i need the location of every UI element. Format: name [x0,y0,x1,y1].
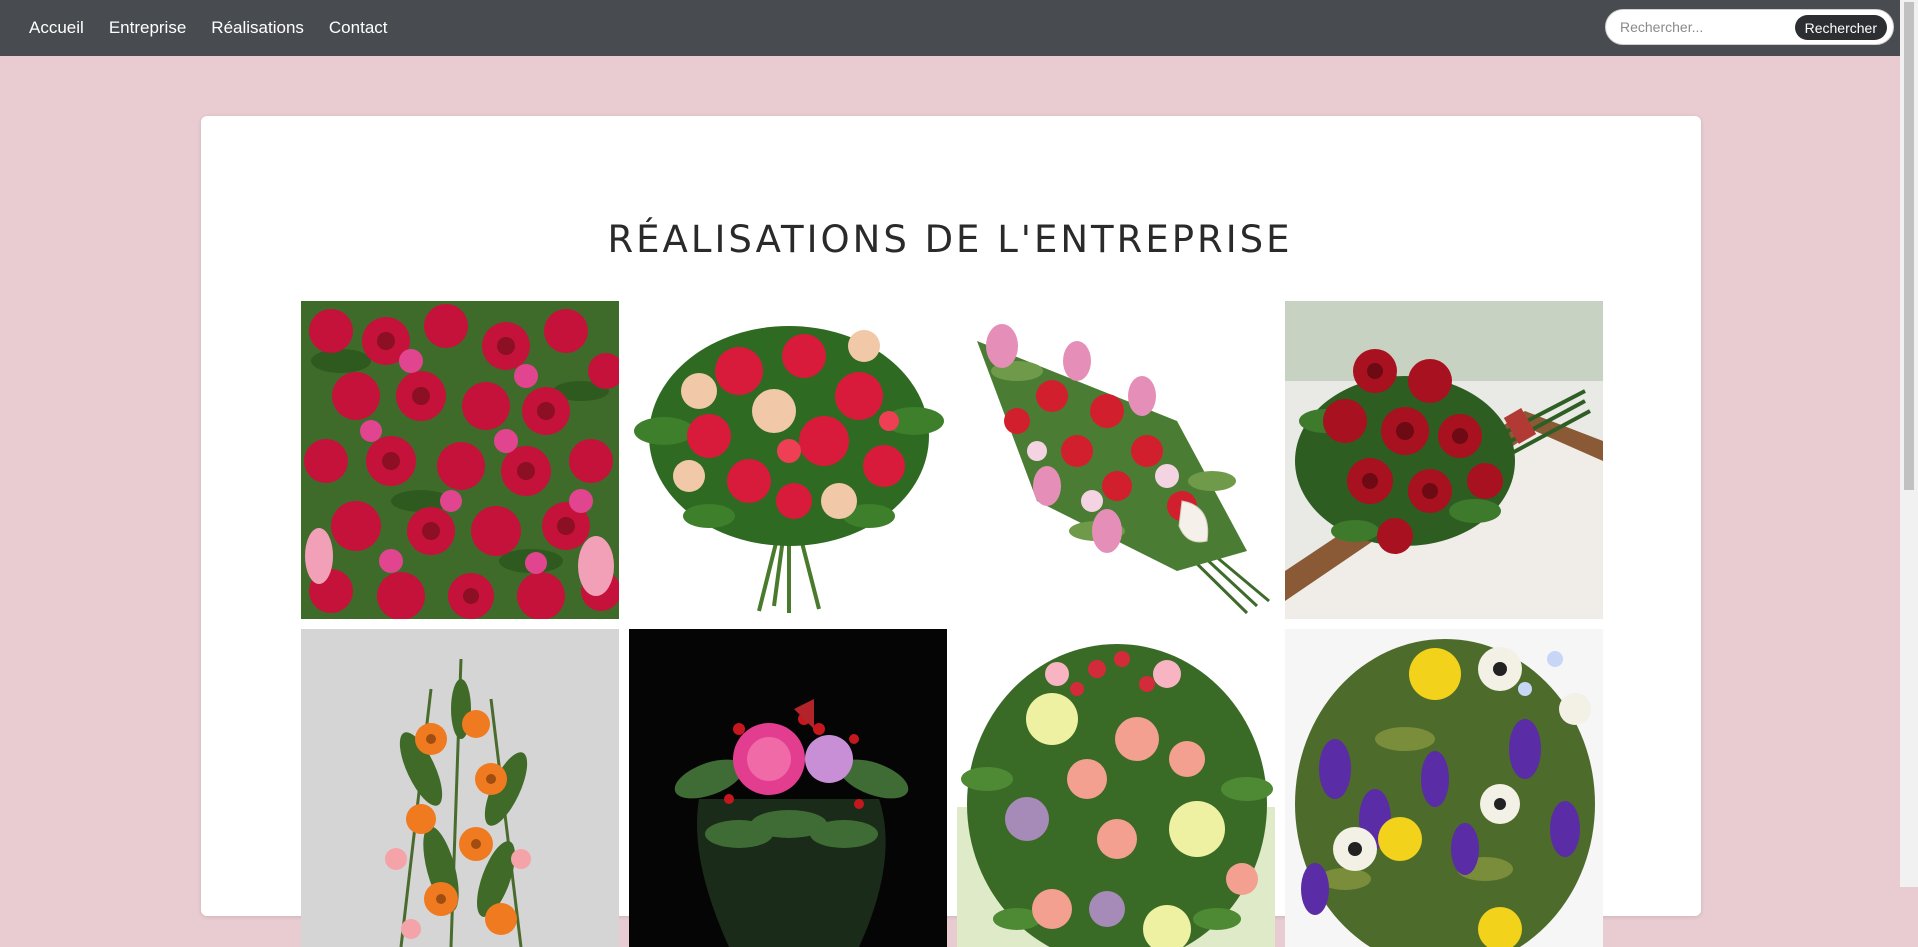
bouquet-photo-orange-gerbera [301,629,619,947]
gallery-photo-5[interactable] [301,629,619,947]
nav-link-realisations[interactable]: Réalisations [211,0,304,56]
nav-link-entreprise[interactable]: Entreprise [109,0,186,56]
search-form: Rechercher [1605,9,1894,45]
gallery-photo-3[interactable] [957,301,1275,619]
gallery-grid [301,301,1603,947]
gallery-photo-1[interactable] [301,301,619,619]
search-input[interactable] [1620,19,1790,35]
gallery-photo-6[interactable] [629,629,947,947]
bouquet-photo-yellow-pink-roses [957,629,1275,947]
main-nav: Accueil Entreprise Réalisations Contact [29,0,413,56]
scrollbar-thumb[interactable] [1904,2,1914,490]
nav-link-contact[interactable]: Contact [329,0,388,56]
page-scrollbar[interactable] [1900,0,1918,887]
bouquet-photo-red-roses-table [1285,301,1603,619]
gallery-photo-7[interactable] [957,629,1275,947]
bouquet-photo-pink-red-roses [301,301,619,619]
bouquet-photo-pink-peony [629,629,947,947]
gallery-photo-4[interactable] [1285,301,1603,619]
bouquet-photo-lily-spray [957,301,1275,619]
gallery-photo-2[interactable] [629,301,947,619]
bouquet-photo-red-peach-roses [629,301,947,619]
top-navbar: Accueil Entreprise Réalisations Contact … [0,0,1900,56]
gallery-photo-8[interactable] [1285,629,1603,947]
nav-link-accueil[interactable]: Accueil [29,0,84,56]
page-title: RÉALISATIONS DE L'ENTREPRISE [607,218,1293,261]
bouquet-photo-purple-iris [1285,629,1603,947]
search-button[interactable]: Rechercher [1794,15,1887,40]
